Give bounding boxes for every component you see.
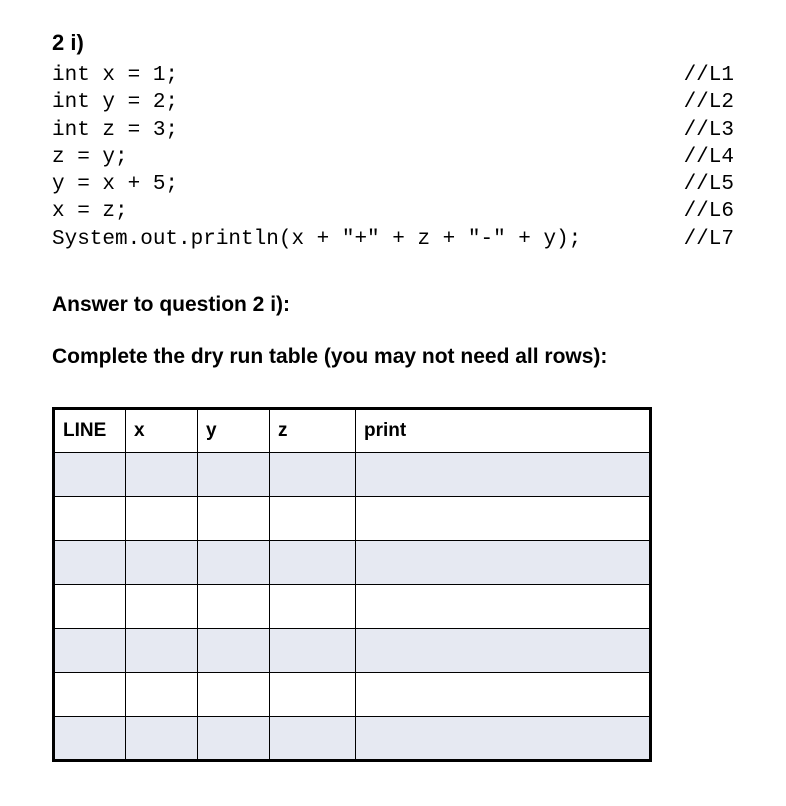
- cell-print: [356, 453, 651, 497]
- header-print: print: [356, 409, 651, 453]
- dry-run-table: LINE x y z print: [52, 407, 652, 762]
- question-label: 2 i): [52, 30, 734, 56]
- table-row: [54, 673, 651, 717]
- cell-y: [198, 453, 270, 497]
- code-text: z = y;: [52, 144, 684, 171]
- table-row: [54, 497, 651, 541]
- table-row: [54, 585, 651, 629]
- code-line: z = y; //L4: [52, 144, 734, 171]
- code-text: y = x + 5;: [52, 171, 684, 198]
- code-line: int x = 1; //L1: [52, 62, 734, 89]
- code-text: x = z;: [52, 198, 684, 225]
- code-comment: //L6: [684, 198, 734, 225]
- cell-line: [54, 585, 126, 629]
- code-comment: //L7: [684, 226, 734, 253]
- code-line: y = x + 5; //L5: [52, 171, 734, 198]
- cell-x: [126, 717, 198, 761]
- cell-line: [54, 497, 126, 541]
- header-y: y: [198, 409, 270, 453]
- code-line: int z = 3; //L3: [52, 117, 734, 144]
- cell-y: [198, 541, 270, 585]
- header-z: z: [270, 409, 356, 453]
- instruction-text: Complete the dry run table (you may not …: [52, 345, 734, 369]
- cell-print: [356, 717, 651, 761]
- cell-line: [54, 717, 126, 761]
- cell-x: [126, 541, 198, 585]
- cell-line: [54, 629, 126, 673]
- cell-y: [198, 673, 270, 717]
- table-row: [54, 629, 651, 673]
- code-line: int y = 2; //L2: [52, 89, 734, 116]
- code-comment: //L2: [684, 89, 734, 116]
- code-comment: //L1: [684, 62, 734, 89]
- cell-line: [54, 453, 126, 497]
- cell-z: [270, 629, 356, 673]
- cell-z: [270, 585, 356, 629]
- cell-z: [270, 541, 356, 585]
- cell-x: [126, 585, 198, 629]
- cell-x: [126, 453, 198, 497]
- cell-x: [126, 673, 198, 717]
- cell-z: [270, 497, 356, 541]
- cell-x: [126, 629, 198, 673]
- answer-heading: Answer to question 2 i):: [52, 293, 734, 317]
- cell-z: [270, 453, 356, 497]
- code-text: int y = 2;: [52, 89, 684, 116]
- cell-y: [198, 497, 270, 541]
- code-line: System.out.println(x + "+" + z + "-" + y…: [52, 226, 734, 253]
- cell-line: [54, 673, 126, 717]
- cell-print: [356, 629, 651, 673]
- header-line: LINE: [54, 409, 126, 453]
- header-x: x: [126, 409, 198, 453]
- table-row: [54, 453, 651, 497]
- cell-line: [54, 541, 126, 585]
- code-line: x = z; //L6: [52, 198, 734, 225]
- cell-x: [126, 497, 198, 541]
- cell-z: [270, 673, 356, 717]
- table-row: [54, 717, 651, 761]
- code-comment: //L3: [684, 117, 734, 144]
- cell-z: [270, 717, 356, 761]
- cell-y: [198, 629, 270, 673]
- code-comment: //L5: [684, 171, 734, 198]
- cell-print: [356, 673, 651, 717]
- code-text: int x = 1;: [52, 62, 684, 89]
- table-row: [54, 541, 651, 585]
- cell-y: [198, 717, 270, 761]
- table-header-row: LINE x y z print: [54, 409, 651, 453]
- cell-y: [198, 585, 270, 629]
- code-comment: //L4: [684, 144, 734, 171]
- cell-print: [356, 497, 651, 541]
- code-text: System.out.println(x + "+" + z + "-" + y…: [52, 226, 684, 253]
- code-text: int z = 3;: [52, 117, 684, 144]
- code-block: int x = 1; //L1 int y = 2; //L2 int z = …: [52, 62, 734, 253]
- cell-print: [356, 541, 651, 585]
- cell-print: [356, 585, 651, 629]
